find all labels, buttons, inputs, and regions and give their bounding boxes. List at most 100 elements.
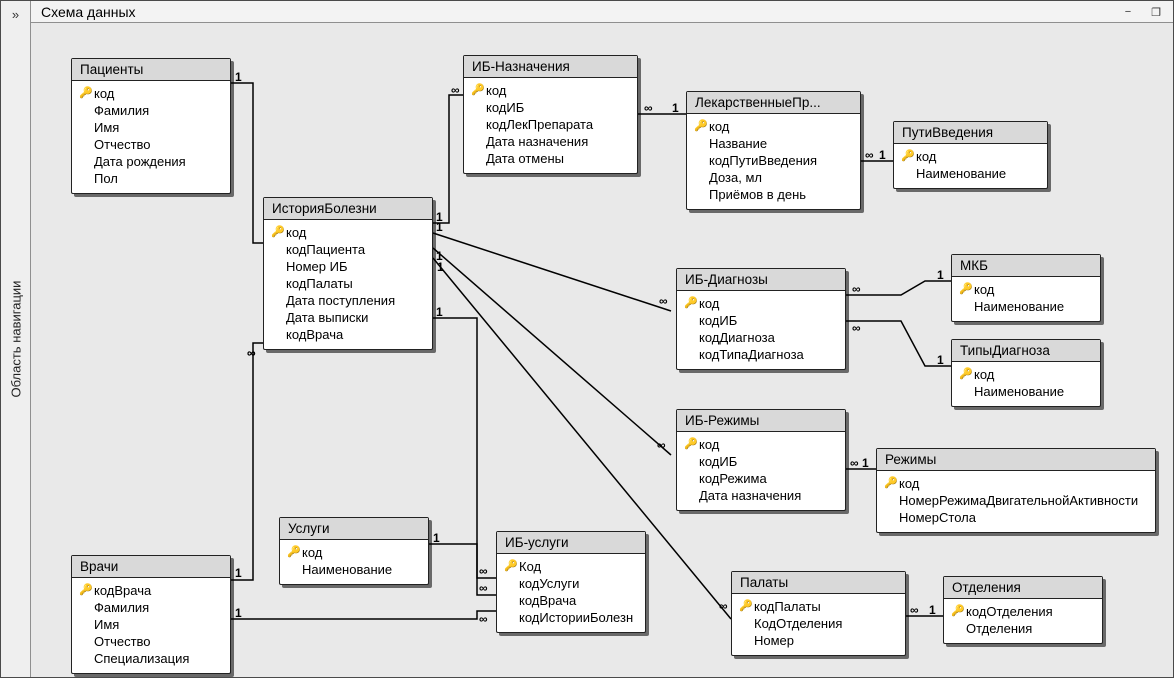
field-row[interactable]: кодПалаты <box>266 275 430 292</box>
field-name: кодОтделения <box>966 603 1096 620</box>
primary-key-icon: 🔑 <box>503 558 519 575</box>
entity-title[interactable]: ЛекарственныеПр... <box>687 92 860 114</box>
field-row[interactable]: Фамилия <box>74 102 228 119</box>
field-row[interactable]: кодВрача <box>266 326 430 343</box>
expand-nav-icon[interactable]: » <box>1 1 30 22</box>
minimize-icon[interactable]: − <box>1119 4 1137 20</box>
field-row[interactable]: 🔑код <box>679 295 843 312</box>
field-row[interactable]: Пол <box>74 170 228 187</box>
entity-title[interactable]: ИБ-Диагнозы <box>677 269 845 291</box>
field-row[interactable]: кодИБ <box>466 99 635 116</box>
field-row[interactable]: КодОтделения <box>734 615 903 632</box>
field-row[interactable]: 🔑код <box>266 224 430 241</box>
field-row[interactable]: Номер ИБ <box>266 258 430 275</box>
field-row[interactable]: Приёмов в день <box>689 186 858 203</box>
entity-history[interactable]: ИсторияБолезни🔑кодкодПациентаНомер ИБкод… <box>263 197 433 350</box>
entity-title[interactable]: Услуги <box>280 518 428 540</box>
entity-title[interactable]: Палаты <box>732 572 905 594</box>
field-row[interactable]: Номер <box>734 632 903 649</box>
field-row[interactable]: 🔑код <box>954 366 1098 383</box>
entity-title[interactable]: ИБ-Режимы <box>677 410 845 432</box>
field-row[interactable]: кодЛекПрепарата <box>466 116 635 133</box>
entity-title[interactable]: ТипыДиагноза <box>952 340 1100 362</box>
primary-key-icon: 🔑 <box>958 281 974 298</box>
entity-palaty[interactable]: Палаты🔑кодПалатыКодОтделенияНомер <box>731 571 906 656</box>
entity-ib_naz[interactable]: ИБ-Назначения🔑кодкодИБкодЛекПрепаратаДат… <box>463 55 638 174</box>
field-name: Номер <box>754 632 899 649</box>
field-row[interactable]: 🔑код <box>879 475 1153 492</box>
field-row[interactable]: Доза, мл <box>689 169 858 186</box>
entity-title[interactable]: МКБ <box>952 255 1100 277</box>
field-row[interactable]: 🔑код <box>689 118 858 135</box>
field-row[interactable]: 🔑код <box>466 82 635 99</box>
field-row[interactable]: Наименование <box>896 165 1045 182</box>
field-row[interactable]: 🔑код <box>679 436 843 453</box>
entity-title[interactable]: ИБ-услуги <box>497 532 645 554</box>
field-row[interactable]: Отчество <box>74 633 228 650</box>
field-row[interactable]: кодДиагноза <box>679 329 843 346</box>
entity-services[interactable]: Услуги 🔑кодНаименование <box>279 517 429 585</box>
entity-body: 🔑кодПалатыКодОтделенияНомер <box>732 594 905 655</box>
field-row[interactable]: Отделения <box>946 620 1100 637</box>
entity-drugs[interactable]: ЛекарственныеПр... 🔑кодНазваниекодПутиВве… <box>686 91 861 210</box>
entity-ib_rezh[interactable]: ИБ-Режимы 🔑кодкодИБкодРежимаДата назначен… <box>676 409 846 511</box>
field-row[interactable]: кодУслуги <box>499 575 643 592</box>
field-row[interactable]: 🔑код <box>954 281 1098 298</box>
entity-title[interactable]: Режимы <box>877 449 1155 471</box>
navigation-pane-collapsed[interactable]: » Область навигации <box>1 1 31 677</box>
field-row[interactable]: Дата назначения <box>466 133 635 150</box>
field-row[interactable]: Специализация <box>74 650 228 667</box>
entity-patients[interactable]: Пациенты 🔑кодФамилияИмяОтчествоДата рожде… <box>71 58 231 194</box>
field-row[interactable]: НомерРежимаДвигательнойАктивности <box>879 492 1153 509</box>
field-row[interactable]: Отчество <box>74 136 228 153</box>
field-row[interactable]: Название <box>689 135 858 152</box>
field-row[interactable]: Имя <box>74 119 228 136</box>
field-row[interactable]: 🔑кодОтделения <box>946 603 1100 620</box>
field-row[interactable]: кодИБ <box>679 453 843 470</box>
field-row[interactable]: Дата рождения <box>74 153 228 170</box>
field-row[interactable]: кодПациента <box>266 241 430 258</box>
field-row[interactable]: Наименование <box>954 383 1098 400</box>
entity-otdel[interactable]: Отделения🔑кодОтделенияОтделения <box>943 576 1103 644</box>
field-row[interactable]: кодВрача <box>499 592 643 609</box>
entity-title[interactable]: Пациенты <box>72 59 230 81</box>
field-row[interactable]: 🔑код <box>282 544 426 561</box>
field-row[interactable]: кодРежима <box>679 470 843 487</box>
field-row[interactable]: Дата назначения <box>679 487 843 504</box>
field-row[interactable]: Дата поступления <box>266 292 430 309</box>
field-name: Дата поступления <box>286 292 426 309</box>
entity-diagtypes[interactable]: ТипыДиагноза 🔑кодНаименование <box>951 339 1101 407</box>
entity-doctors[interactable]: Врачи 🔑кодВрачаФамилияИмяОтчествоСпециали… <box>71 555 231 674</box>
field-row[interactable]: кодИсторииБолезн <box>499 609 643 626</box>
field-row[interactable]: 🔑код <box>896 148 1045 165</box>
entity-title[interactable]: Отделения <box>944 577 1102 599</box>
field-row[interactable]: кодПутиВведения <box>689 152 858 169</box>
restore-icon[interactable]: ❐ <box>1147 4 1165 20</box>
entity-ib_uslugi[interactable]: ИБ-услуги 🔑КодкодУслугикодВрачакодИстории… <box>496 531 646 633</box>
field-row[interactable]: Имя <box>74 616 228 633</box>
field-row[interactable]: Дата выписки <box>266 309 430 326</box>
entity-rezhimy[interactable]: Режимы 🔑кодНомерРежимаДвигательнойАктивно… <box>876 448 1156 533</box>
field-row[interactable]: Наименование <box>282 561 426 578</box>
field-row[interactable]: кодИБ <box>679 312 843 329</box>
field-row[interactable]: Наименование <box>954 298 1098 315</box>
field-row[interactable]: Фамилия <box>74 599 228 616</box>
field-row[interactable]: НомерСтола <box>879 509 1153 526</box>
entity-mkb[interactable]: МКБ 🔑кодНаименование <box>951 254 1101 322</box>
entity-ib_diag[interactable]: ИБ-Диагнозы 🔑кодкодИБкодДиагнозакодТипаДи… <box>676 268 846 370</box>
field-row[interactable]: 🔑Код <box>499 558 643 575</box>
entity-title[interactable]: ИБ-Назначения <box>464 56 637 78</box>
field-row[interactable]: 🔑кодПалаты <box>734 598 903 615</box>
entity-title[interactable]: ИсторияБолезни <box>264 198 432 220</box>
entity-routes[interactable]: ПутиВведения 🔑кодНаименование <box>893 121 1048 189</box>
entity-title[interactable]: ПутиВведения <box>894 122 1047 144</box>
field-name: Дата назначения <box>486 133 631 150</box>
tab-title[interactable]: Схема данных <box>41 4 136 20</box>
entity-title[interactable]: Врачи <box>72 556 230 578</box>
field-row[interactable]: 🔑кодВрача <box>74 582 228 599</box>
field-row[interactable]: Дата отмены <box>466 150 635 167</box>
field-row[interactable]: кодТипаДиагноза <box>679 346 843 363</box>
navigation-pane-label: Область навигации <box>8 281 23 398</box>
field-row[interactable]: 🔑код <box>74 85 228 102</box>
relationships-canvas[interactable]: Пациенты🔑кодФамилияИмяОтчествоДата рожде… <box>31 23 1173 677</box>
